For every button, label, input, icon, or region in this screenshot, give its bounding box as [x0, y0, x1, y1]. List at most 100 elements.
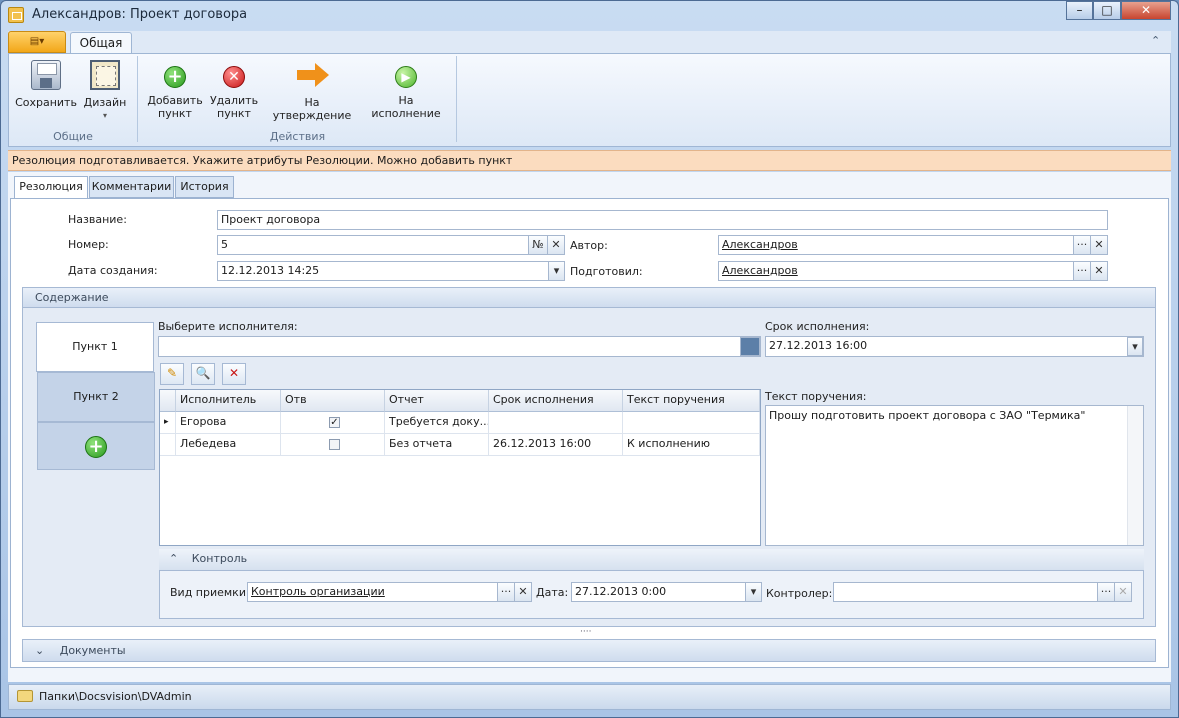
controller-clear-button[interactable]: ✕ [1114, 582, 1132, 602]
control-date-dropdown[interactable]: ▾ [745, 582, 762, 602]
add-item-label-1: Добавить [147, 94, 203, 107]
number-clear-button[interactable]: ✕ [547, 235, 565, 255]
task-text-area[interactable]: Прошу подготовить проект договора с ЗАО … [765, 405, 1144, 546]
tab-comments[interactable]: Комментарии [89, 176, 174, 198]
edit-pencil-icon[interactable]: ✎ [160, 363, 184, 385]
grid-header-responsible[interactable]: Отв [281, 390, 385, 412]
minimize-button[interactable]: – [1066, 1, 1093, 20]
created-label: Дата создания: [68, 264, 158, 277]
chevron-down-icon: ⌄ [35, 644, 45, 657]
delete-item-button[interactable]: ✕ Удалить пункт [207, 60, 261, 120]
documents-title: Документы [59, 644, 126, 657]
address-book-icon[interactable] [740, 337, 760, 356]
add-item-button[interactable]: + Добавить пункт [144, 60, 206, 120]
tab-resolution[interactable]: Резолюция [14, 176, 88, 199]
to-approval-label: На утверждение [272, 96, 352, 122]
current-row-indicator: ▸ [160, 412, 176, 434]
add-point-button[interactable]: + [37, 422, 155, 470]
deadline-label: Срок исполнения: [765, 320, 870, 333]
acceptance-clear-button[interactable]: ✕ [514, 582, 532, 602]
table-row-cell[interactable]: Требуется доку... [385, 412, 489, 434]
table-row-cell[interactable]: ✓ [281, 412, 385, 434]
control-date-field[interactable]: 27.12.2013 0:00 [571, 582, 762, 602]
maximize-button[interactable]: □ [1093, 1, 1121, 20]
content-section-header[interactable]: Содержание [22, 287, 1156, 308]
control-section-header[interactable]: ⌃ Контроль [159, 549, 1144, 571]
control-date-label: Дата: [536, 586, 569, 599]
created-date-dropdown[interactable]: ▾ [548, 261, 565, 281]
table-row-cell[interactable] [281, 434, 385, 456]
ribbon-group-divider [137, 56, 138, 142]
name-field[interactable]: Проект договора [217, 210, 1108, 230]
executors-grid: Исполнитель Отв Отчет Срок исполнения Те… [159, 389, 761, 546]
splitter-handle[interactable]: ···· [580, 627, 591, 637]
controller-label: Контролер: [766, 587, 833, 600]
point-1-tab[interactable]: Пункт 1 [36, 322, 154, 372]
author-label: Автор: [570, 239, 608, 252]
documents-section-header[interactable]: ⌄ Документы [22, 639, 1156, 662]
acceptance-field[interactable]: Контроль организации [247, 582, 532, 602]
prepared-browse-button[interactable]: ··· [1073, 261, 1091, 281]
responsible-checkbox[interactable] [329, 439, 340, 450]
author-field[interactable]: Александров [718, 235, 1108, 255]
author-clear-button[interactable]: ✕ [1090, 235, 1108, 255]
grid-header-executor[interactable]: Исполнитель [176, 390, 281, 412]
add-icon: + [164, 66, 186, 88]
add-item-label-2: пункт [158, 107, 192, 120]
design-dropdown-icon: ▾ [102, 111, 107, 120]
task-text-scrollbar[interactable] [1127, 406, 1143, 545]
executor-label: Выберите исполнителя: [158, 320, 298, 333]
remove-icon[interactable]: ✕ [222, 363, 246, 385]
number-generate-button[interactable]: № [528, 235, 548, 255]
status-bar: Папки\Docsvision\DVAdmin [8, 684, 1171, 710]
close-button[interactable]: ✕ [1121, 1, 1171, 20]
design-button-label: Дизайн [83, 96, 127, 109]
number-label: Номер: [68, 238, 109, 251]
executor-field[interactable] [158, 336, 761, 357]
to-execution-button[interactable]: ▶ На исполнение [363, 60, 449, 120]
floppy-disk-icon [31, 60, 61, 90]
acceptance-browse-button[interactable]: ··· [497, 582, 515, 602]
to-approval-button[interactable]: На утверждение [264, 60, 360, 122]
prepared-clear-button[interactable]: ✕ [1090, 261, 1108, 281]
table-row-cell[interactable] [489, 412, 623, 434]
ribbon-group-divider-2 [456, 56, 457, 142]
table-row-cell[interactable] [623, 412, 760, 434]
author-browse-button[interactable]: ··· [1073, 235, 1091, 255]
design-icon [90, 60, 120, 90]
deadline-field[interactable]: 27.12.2013 16:00 [765, 336, 1144, 357]
table-row-cell[interactable]: Лебедева [176, 434, 281, 456]
tab-history[interactable]: История [175, 176, 234, 198]
delete-item-label-2: пункт [217, 107, 251, 120]
prepared-field[interactable]: Александров [718, 261, 1108, 281]
app-menu-button[interactable]: ▤▾ [8, 31, 66, 53]
control-title: Контроль [191, 552, 248, 565]
grid-header-task-text[interactable]: Текст поручения [623, 390, 760, 412]
table-row-cell[interactable]: Егорова [176, 412, 281, 434]
search-icon[interactable]: 🔍 [191, 363, 215, 385]
to-execution-label: На исполнение [371, 94, 441, 120]
responsible-checkbox[interactable]: ✓ [329, 417, 340, 428]
delete-item-label-1: Удалить [209, 94, 259, 107]
table-row-cell[interactable]: Без отчета [385, 434, 489, 456]
created-date-field[interactable]: 12.12.2013 14:25 [217, 261, 565, 281]
point-2-tab[interactable]: Пункт 2 [37, 372, 155, 422]
controller-field[interactable] [833, 582, 1132, 602]
ribbon-collapse-icon[interactable]: ⌃ [1151, 34, 1160, 47]
tab-general[interactable]: Общая [70, 32, 132, 54]
controller-browse-button[interactable]: ··· [1097, 582, 1115, 602]
design-button[interactable]: Дизайн ▾ [82, 60, 128, 122]
number-field[interactable]: 5 [217, 235, 565, 255]
deadline-dropdown[interactable]: ▾ [1127, 337, 1143, 356]
save-button[interactable]: Сохранить [14, 60, 78, 109]
row-indicator [160, 434, 176, 456]
folder-icon [17, 690, 33, 702]
table-row-cell[interactable]: 26.12.2013 16:00 [489, 434, 623, 456]
grid-header-report[interactable]: Отчет [385, 390, 489, 412]
chevron-up-icon: ⌃ [169, 552, 179, 565]
play-icon: ▶ [395, 66, 417, 88]
table-row-cell[interactable]: К исполнению [623, 434, 760, 456]
ribbon-tab-strip [8, 31, 1171, 53]
ribbon-group-actions: Действия [269, 130, 326, 143]
grid-header-deadline[interactable]: Срок исполнения [489, 390, 623, 412]
